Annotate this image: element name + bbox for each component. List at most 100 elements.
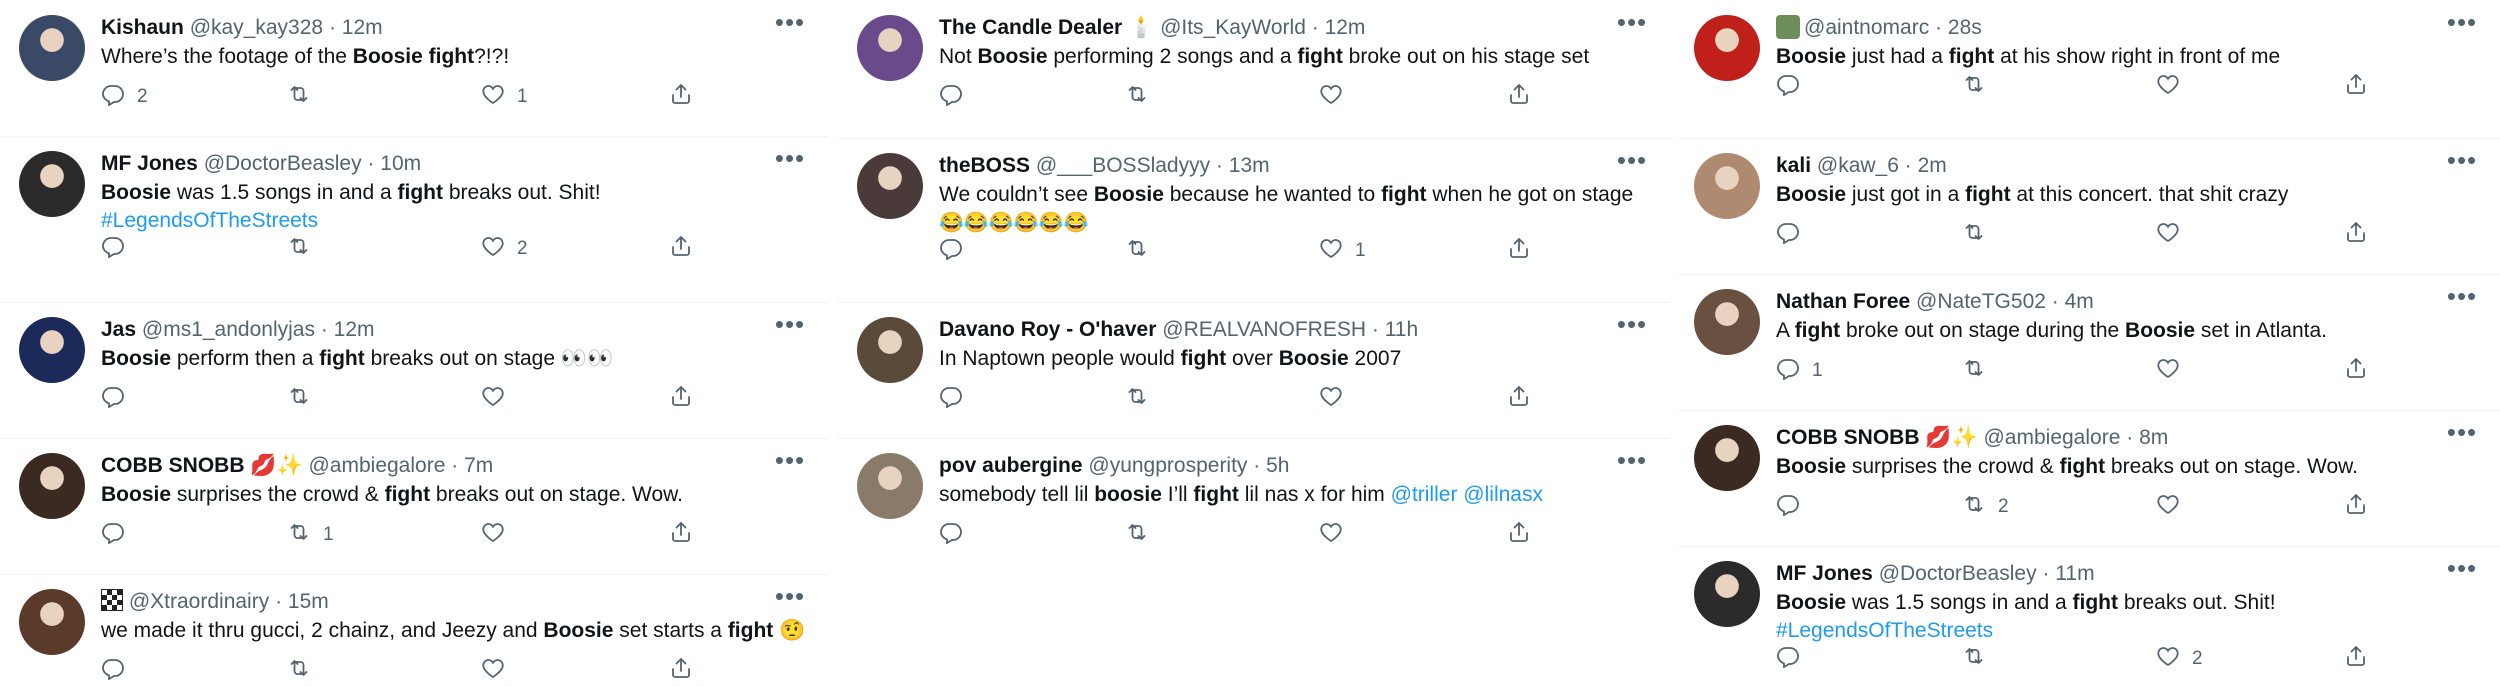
display-name[interactable]: MF Jones [1776,562,1873,585]
share-button[interactable] [669,234,693,264]
share-button[interactable] [1507,236,1531,266]
reply-icon[interactable] [939,236,963,266]
tweet-card[interactable]: kali @kaw_6 · 2m ••• Boosie just got in a … [1675,138,2500,275]
reply-icon[interactable] [1776,356,1800,386]
avatar[interactable] [1694,153,1760,219]
retweet-icon[interactable] [1125,236,1149,266]
like-button[interactable] [481,520,505,550]
avatar[interactable] [857,15,923,81]
hashtag-link[interactable]: #LegendsOfTheStreets [1776,619,1993,642]
reply-button[interactable]: 1 [1776,356,1823,386]
display-name[interactable]: pov aubergine [939,454,1083,477]
more-options-icon[interactable]: ••• [2444,419,2480,450]
tweet-card[interactable]: @aintnomarc · 28s ••• Boosie just had a fi… [1675,0,2500,139]
like-button[interactable]: 2 [481,234,528,264]
retweet-icon[interactable] [1962,356,1986,386]
more-options-icon[interactable]: ••• [2444,555,2480,586]
tweet-card[interactable]: Kishaun @kay_kay328 · 12m ••• Where’s the … [0,0,828,137]
display-name[interactable]: Davano Roy - O'haver [939,318,1156,341]
reply-icon[interactable] [1776,492,1800,522]
share-button[interactable] [669,520,693,550]
retweet-icon[interactable] [1962,492,1986,522]
display-name[interactable]: COBB SNOBB 💋✨ [1776,426,1978,449]
retweet-button[interactable] [1125,82,1149,112]
like-button[interactable] [2156,356,2180,386]
share-icon[interactable] [669,234,693,264]
heart-icon[interactable] [2156,72,2180,102]
handle[interactable]: @DoctorBeasley [204,152,362,175]
heart-icon[interactable] [1319,82,1343,112]
handle[interactable]: @DoctorBeasley [1879,562,2037,585]
heart-icon[interactable] [1319,236,1343,266]
tweet-card[interactable]: Nathan Foree @NateTG502 · 4m ••• A fight b… [1675,274,2500,411]
share-button[interactable] [669,82,693,112]
retweet-icon[interactable] [1125,384,1149,414]
tweet-card[interactable]: MF Jones @DoctorBeasley · 10m ••• Boosie w… [0,136,828,303]
reply-icon[interactable] [101,656,125,686]
share-button[interactable] [2344,492,2368,522]
tweet-card[interactable]: Jas @ms1_andonlyjas · 12m ••• Boosie perfo… [0,302,828,439]
more-options-icon[interactable]: ••• [772,311,808,342]
retweet-icon[interactable] [287,82,311,112]
share-icon[interactable] [2344,644,2368,674]
timestamp[interactable]: 2m [1918,154,1947,177]
retweet-button[interactable] [1962,72,1986,102]
tweet-card[interactable]: MF Jones @DoctorBeasley · 11m ••• Boosie w… [1675,546,2500,687]
more-options-icon[interactable]: ••• [1614,147,1650,178]
more-options-icon[interactable]: ••• [2444,9,2480,40]
share-icon[interactable] [1507,384,1531,414]
heart-icon[interactable] [2156,492,2180,522]
reply-icon[interactable] [939,384,963,414]
display-name[interactable]: kali [1776,154,1811,177]
like-button[interactable]: 1 [481,82,528,112]
timestamp[interactable]: 11h [1385,318,1418,341]
timestamp[interactable]: 12m [1325,16,1366,39]
avatar[interactable] [19,151,85,217]
handle[interactable]: @___BOSSladyyy [1036,154,1210,177]
tweet-card[interactable]: @Xtraordinairy · 15m ••• we made it thru g… [0,574,828,687]
retweet-icon[interactable] [1962,644,1986,674]
tweet-card[interactable]: pov aubergine @yungprosperity · 5h ••• som… [838,438,1670,574]
share-icon[interactable] [2344,220,2368,250]
more-options-icon[interactable]: ••• [772,583,808,614]
more-options-icon[interactable]: ••• [772,447,808,478]
reply-icon[interactable] [939,82,963,112]
display-name[interactable]: Nathan Foree [1776,290,1910,313]
like-button[interactable] [1319,82,1343,112]
retweet-button[interactable] [287,234,311,264]
avatar[interactable] [857,153,923,219]
like-button[interactable] [2156,72,2180,102]
share-button[interactable] [669,384,693,414]
mention-link[interactable]: @lilnasx [1463,483,1543,506]
heart-icon[interactable] [2156,220,2180,250]
retweet-button[interactable] [287,82,311,112]
more-options-icon[interactable]: ••• [2444,147,2480,178]
tweet-card[interactable]: The Candle Dealer 🕯️ @Its_KayWorld · 12m… [838,0,1670,139]
more-options-icon[interactable]: ••• [1614,311,1650,342]
reply-button[interactable] [939,384,963,414]
timestamp[interactable]: 12m [334,318,375,341]
share-icon[interactable] [2344,492,2368,522]
like-button[interactable] [2156,220,2180,250]
more-options-icon[interactable]: ••• [772,145,808,176]
heart-icon[interactable] [481,384,505,414]
share-icon[interactable] [669,656,693,686]
timestamp[interactable]: 11m [2055,562,2094,585]
timestamp[interactable]: 4m [2065,290,2094,313]
retweet-button[interactable] [1125,384,1149,414]
heart-icon[interactable] [1319,520,1343,550]
share-button[interactable] [1507,384,1531,414]
avatar[interactable] [857,453,923,519]
like-button[interactable]: 1 [1319,236,1366,266]
share-icon[interactable] [669,520,693,550]
tweet-card[interactable]: theBOSS @___BOSSladyyy · 13m ••• We couldn… [838,138,1670,303]
avatar[interactable] [19,589,85,655]
heart-icon[interactable] [481,520,505,550]
retweet-button[interactable]: 2 [1962,492,2009,522]
share-icon[interactable] [1507,520,1531,550]
handle[interactable]: @ms1_andonlyjas [142,318,315,341]
share-button[interactable] [2344,356,2368,386]
display-name[interactable]: theBOSS [939,154,1030,177]
reply-icon[interactable] [101,520,125,550]
share-icon[interactable] [2344,356,2368,386]
